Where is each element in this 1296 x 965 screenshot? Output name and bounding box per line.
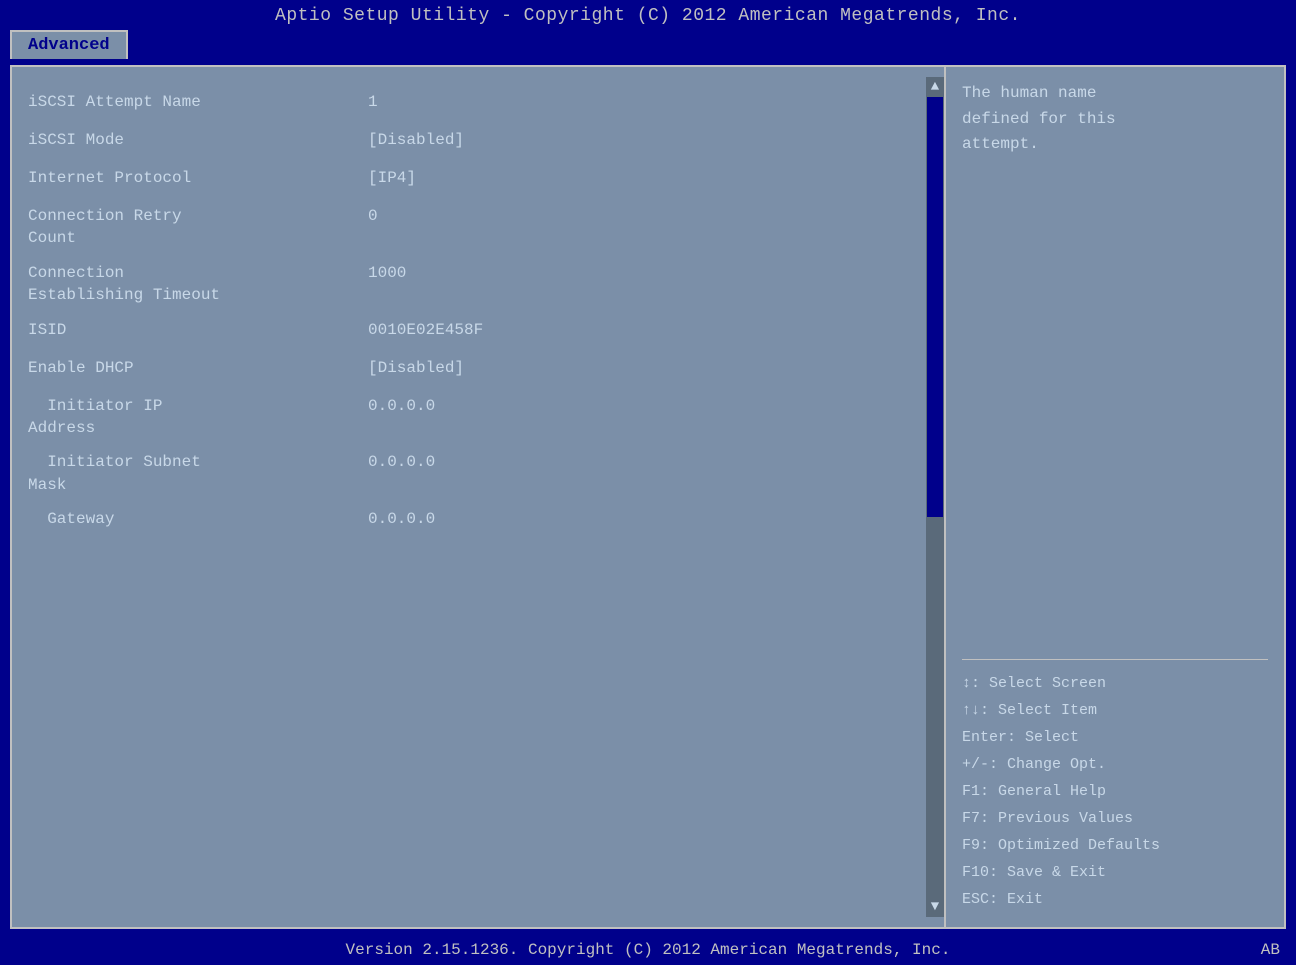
setting-label-internet-protocol: Internet Protocol bbox=[28, 167, 368, 189]
setting-row-gateway[interactable]: Gateway 0.0.0.0 bbox=[28, 502, 910, 540]
scrollbar-thumb[interactable] bbox=[927, 97, 943, 517]
footer-wrapper: Version 2.15.1236. Copyright (C) 2012 Am… bbox=[0, 935, 1296, 965]
key-select-screen: ↕: Select Screen bbox=[962, 670, 1268, 697]
setting-label-gateway: Gateway bbox=[28, 508, 368, 530]
setting-value-iscsi-mode: [Disabled] bbox=[368, 129, 464, 151]
right-panel: The human name defined for this attempt.… bbox=[944, 67, 1284, 927]
key-enter-select: Enter: Select bbox=[962, 724, 1268, 751]
setting-row-iscsi-mode[interactable]: iSCSI Mode [Disabled] bbox=[28, 123, 910, 161]
setting-label-initiator-ip: Initiator IPAddress bbox=[28, 395, 368, 440]
key-save-exit: F10: Save & Exit bbox=[962, 859, 1268, 886]
footer-bar: Version 2.15.1236. Copyright (C) 2012 Am… bbox=[0, 935, 1296, 965]
setting-row-iscsi-attempt[interactable]: iSCSI Attempt Name 1 bbox=[28, 85, 910, 123]
setting-label-isid: ISID bbox=[28, 319, 368, 341]
divider bbox=[962, 659, 1268, 660]
key-optimized-defaults: F9: Optimized Defaults bbox=[962, 832, 1268, 859]
header-bar: Aptio Setup Utility - Copyright (C) 2012… bbox=[0, 0, 1296, 30]
key-change-opt: +/-: Change Opt. bbox=[962, 751, 1268, 778]
setting-value-initiator-subnet: 0.0.0.0 bbox=[368, 451, 435, 473]
setting-value-connection-timeout: 1000 bbox=[368, 262, 406, 284]
tab-bar: Advanced bbox=[0, 30, 1296, 59]
setting-label-iscsi-mode: iSCSI Mode bbox=[28, 129, 368, 151]
key-previous-values: F7: Previous Values bbox=[962, 805, 1268, 832]
setting-row-connection-timeout[interactable]: ConnectionEstablishing Timeout 1000 bbox=[28, 256, 910, 313]
key-esc-exit: ESC: Exit bbox=[962, 886, 1268, 913]
key-select-item: ↑↓: Select Item bbox=[962, 697, 1268, 724]
footer-ab: AB bbox=[1261, 941, 1280, 959]
setting-label-connection-timeout: ConnectionEstablishing Timeout bbox=[28, 262, 368, 307]
help-text: The human name defined for this attempt. bbox=[962, 81, 1268, 649]
setting-label-iscsi-attempt: iSCSI Attempt Name bbox=[28, 91, 368, 113]
setting-label-connection-retry: Connection RetryCount bbox=[28, 205, 368, 250]
setting-value-internet-protocol: [IP4] bbox=[368, 167, 416, 189]
footer-text: Version 2.15.1236. Copyright (C) 2012 Am… bbox=[346, 941, 951, 959]
content-area: iSCSI Attempt Name 1 iSCSI Mode [Disable… bbox=[10, 65, 1286, 929]
setting-row-initiator-ip[interactable]: Initiator IPAddress 0.0.0.0 bbox=[28, 389, 910, 446]
setting-row-isid[interactable]: ISID 0010E02E458F bbox=[28, 313, 910, 351]
setting-label-enable-dhcp: Enable DHCP bbox=[28, 357, 368, 379]
setting-row-internet-protocol[interactable]: Internet Protocol [IP4] bbox=[28, 161, 910, 199]
scrollbar-arrow-up[interactable]: ▲ bbox=[926, 77, 944, 97]
setting-label-initiator-subnet: Initiator SubnetMask bbox=[28, 451, 368, 496]
setting-value-gateway: 0.0.0.0 bbox=[368, 508, 435, 530]
scrollbar[interactable]: ▲ ▼ bbox=[926, 77, 944, 917]
setting-row-initiator-subnet[interactable]: Initiator SubnetMask 0.0.0.0 bbox=[28, 445, 910, 502]
left-panel: iSCSI Attempt Name 1 iSCSI Mode [Disable… bbox=[12, 67, 944, 927]
key-general-help: F1: General Help bbox=[962, 778, 1268, 805]
setting-row-enable-dhcp[interactable]: Enable DHCP [Disabled] bbox=[28, 351, 910, 389]
tab-advanced[interactable]: Advanced bbox=[10, 30, 128, 59]
setting-value-enable-dhcp: [Disabled] bbox=[368, 357, 464, 379]
setting-value-initiator-ip: 0.0.0.0 bbox=[368, 395, 435, 417]
setting-value-isid: 0010E02E458F bbox=[368, 319, 483, 341]
settings-list: iSCSI Attempt Name 1 iSCSI Mode [Disable… bbox=[12, 77, 926, 917]
setting-value-iscsi-attempt: 1 bbox=[368, 91, 378, 113]
scrollbar-arrow-down[interactable]: ▼ bbox=[926, 897, 944, 917]
setting-value-connection-retry: 0 bbox=[368, 205, 378, 227]
main-content: iSCSI Attempt Name 1 iSCSI Mode [Disable… bbox=[0, 59, 1296, 935]
key-legend: ↕: Select Screen ↑↓: Select Item Enter: … bbox=[962, 670, 1268, 913]
header-title: Aptio Setup Utility - Copyright (C) 2012… bbox=[275, 6, 1021, 26]
setting-row-connection-retry[interactable]: Connection RetryCount 0 bbox=[28, 199, 910, 256]
